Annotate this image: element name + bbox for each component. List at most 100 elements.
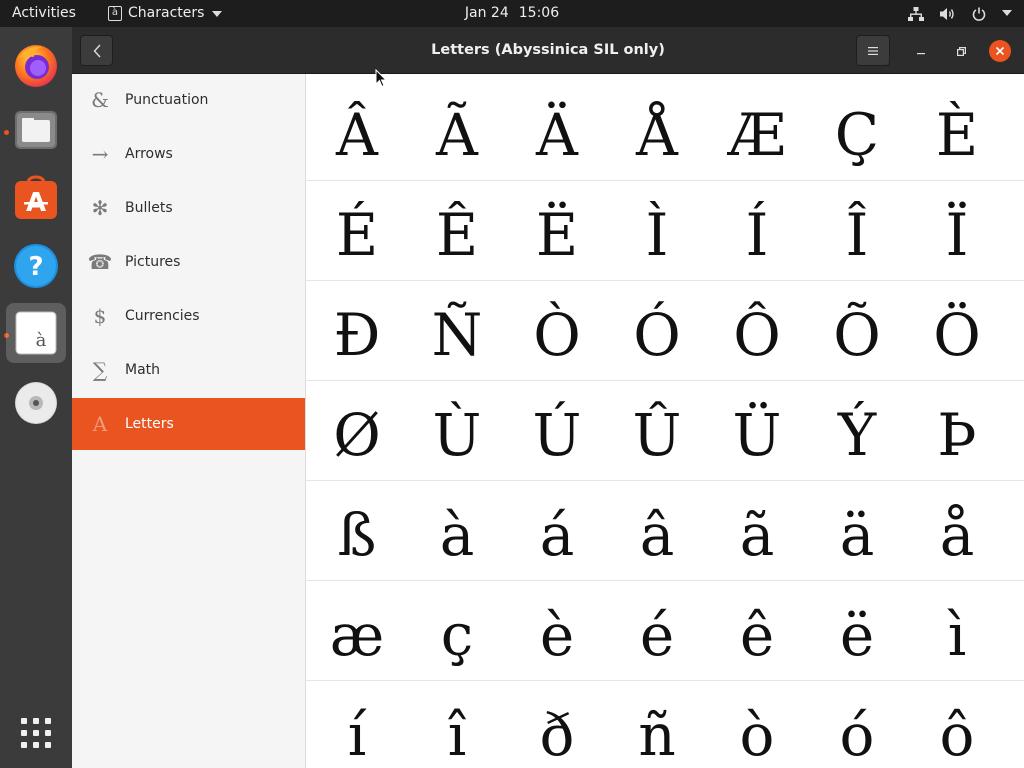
character-cell[interactable]: Ë	[507, 181, 607, 281]
files-icon[interactable]	[6, 100, 66, 160]
sidebar-item-math[interactable]: ∑ Math	[72, 344, 305, 396]
character-row: íîðñòóô	[306, 681, 1024, 768]
character-cell[interactable]: è	[507, 581, 607, 681]
character-cell[interactable]: å	[907, 481, 1007, 581]
hamburger-icon	[868, 46, 878, 55]
character-cell[interactable]: Ý	[807, 381, 907, 481]
menu-button[interactable]	[856, 35, 890, 66]
character-cell[interactable]: Ì	[607, 181, 707, 281]
character-cell[interactable]: Ô	[707, 281, 807, 381]
character-cell[interactable]: ì	[907, 581, 1007, 681]
character-cell[interactable]: æ	[307, 581, 407, 681]
currencies-category-icon: $	[93, 304, 107, 328]
character-cell[interactable]: Õ	[807, 281, 907, 381]
header-bar: Letters (Abyssinica SIL only)	[72, 27, 1024, 74]
network-icon[interactable]	[908, 6, 924, 21]
character-cell[interactable]: Í	[707, 181, 807, 281]
character-cell[interactable]: Ò	[507, 281, 607, 381]
sidebar-item-currencies[interactable]: $ Currencies	[72, 290, 305, 342]
character-cell[interactable]: ß	[307, 481, 407, 581]
system-tray[interactable]	[908, 0, 1012, 27]
character-cell[interactable]: Ê	[407, 181, 507, 281]
clock[interactable]: Jan 24 15:06	[0, 0, 1024, 27]
sidebar-item-label: Bullets	[125, 200, 173, 216]
sidebar-item-label: Pictures	[125, 254, 181, 270]
character-cell[interactable]: ä	[807, 481, 907, 581]
character-cell[interactable]: Ï	[907, 181, 1007, 281]
characters-icon-glyph: à	[36, 330, 47, 351]
character-cell[interactable]: Þ	[907, 381, 1007, 481]
clock-time: 15:06	[518, 5, 560, 21]
character-cell[interactable]: ë	[807, 581, 907, 681]
maximize-button[interactable]	[950, 40, 972, 62]
character-cell[interactable]: Æ	[707, 81, 807, 181]
sidebar-item-pictures[interactable]: ☎ Pictures	[72, 236, 305, 288]
character-cell[interactable]: é	[607, 581, 707, 681]
character-cell[interactable]: È	[907, 81, 1007, 181]
character-cell[interactable]: ñ	[607, 681, 707, 768]
close-icon	[995, 46, 1005, 56]
character-cell[interactable]: ê	[707, 581, 807, 681]
sidebar-item-letters[interactable]: A Letters	[72, 398, 305, 450]
character-cell[interactable]: ô	[907, 681, 1007, 768]
character-row: ÐÑÒÓÔÕÖ	[306, 281, 1024, 381]
sidebar-item-punctuation[interactable]: & Punctuation	[72, 74, 305, 126]
character-cell[interactable]: Ã	[407, 81, 507, 181]
characters-window: Letters (Abyssinica SIL only) & Punctuati…	[72, 27, 1024, 768]
character-cell[interactable]: Ç	[807, 81, 907, 181]
character-cell[interactable]: Ó	[607, 281, 707, 381]
character-cell[interactable]: Ö	[907, 281, 1007, 381]
sidebar-item-label: Currencies	[125, 308, 200, 324]
character-cell[interactable]: Ù	[407, 381, 507, 481]
volume-icon[interactable]	[940, 7, 956, 21]
show-apps-icon[interactable]	[6, 703, 66, 763]
minimize-button[interactable]	[910, 40, 932, 62]
character-cell[interactable]: Ä	[507, 81, 607, 181]
character-cell[interactable]: ç	[407, 581, 507, 681]
characters-icon[interactable]: à	[6, 303, 66, 363]
close-button[interactable]	[989, 40, 1011, 62]
character-cell[interactable]: ð	[507, 681, 607, 768]
chevron-down-icon[interactable]	[1002, 10, 1012, 17]
character-cell[interactable]: Ñ	[407, 281, 507, 381]
help-icon[interactable]: ?	[6, 236, 66, 296]
letters-category-icon: A	[92, 412, 108, 436]
character-grid: ÂÃÄÅÆÇÈÉÊËÌÍÎÏÐÑÒÓÔÕÖØÙÚÛÜÝÞßàáâãäåæçèéê…	[306, 74, 1024, 768]
help-icon-mark: ?	[28, 252, 43, 282]
restore-icon	[956, 46, 966, 56]
character-cell[interactable]: Â	[307, 81, 407, 181]
sidebar-item-bullets[interactable]: ✻ Bullets	[72, 182, 305, 234]
sidebar-item-label: Arrows	[125, 146, 173, 162]
character-cell[interactable]: í	[307, 681, 407, 768]
character-cell[interactable]: Î	[807, 181, 907, 281]
character-cell[interactable]: É	[307, 181, 407, 281]
character-cell[interactable]: Ü	[707, 381, 807, 481]
character-cell[interactable]: ó	[807, 681, 907, 768]
character-cell[interactable]: à	[407, 481, 507, 581]
sidebar-item-label: Punctuation	[125, 92, 209, 108]
character-row: ØÙÚÛÜÝÞ	[306, 381, 1024, 481]
character-row: æçèéêëì	[306, 581, 1024, 681]
sidebar-item-label: Math	[125, 362, 161, 378]
minimize-icon	[917, 53, 925, 55]
character-cell[interactable]: ã	[707, 481, 807, 581]
sidebar-item-arrows[interactable]: → Arrows	[72, 128, 305, 180]
character-cell[interactable]: â	[607, 481, 707, 581]
sidebar-item-label: Letters	[125, 416, 174, 432]
firefox-icon[interactable]	[6, 35, 66, 95]
character-cell[interactable]: Ú	[507, 381, 607, 481]
character-cell[interactable]: á	[507, 481, 607, 581]
character-cell[interactable]: ò	[707, 681, 807, 768]
character-cell[interactable]: Å	[607, 81, 707, 181]
power-icon[interactable]	[972, 7, 986, 21]
top-bar: Activities à Characters Jan 24 15:06	[0, 0, 1024, 27]
character-cell[interactable]: î	[407, 681, 507, 768]
bullets-category-icon: ✻	[91, 196, 109, 220]
character-cell[interactable]: Û	[607, 381, 707, 481]
character-cell[interactable]: Ø	[307, 381, 407, 481]
character-row: ßàáâãäå	[306, 481, 1024, 581]
disc-icon[interactable]	[6, 373, 66, 433]
character-row: ÉÊËÌÍÎÏ	[306, 181, 1024, 281]
software-icon[interactable]: A	[6, 168, 66, 228]
character-cell[interactable]: Ð	[307, 281, 407, 381]
